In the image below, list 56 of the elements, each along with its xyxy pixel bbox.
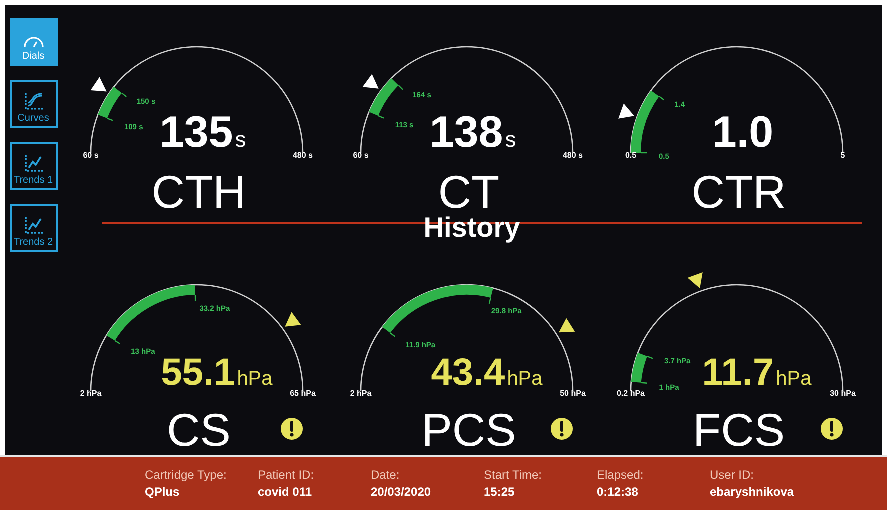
min-label: 0.5 xyxy=(625,151,637,160)
max-label: 480 s xyxy=(562,151,584,160)
min-label: 2 hPa xyxy=(80,389,102,398)
warning-icon xyxy=(821,418,843,440)
dial-name: FCS xyxy=(693,404,785,455)
reading: 135s xyxy=(160,108,246,157)
nav-button[interactable]: Trends 1 xyxy=(10,142,58,190)
range-band xyxy=(369,78,404,119)
warning-icon xyxy=(281,418,303,440)
dial-name: CT xyxy=(438,166,500,217)
max-label: 5 xyxy=(840,151,846,160)
curve-chart-icon xyxy=(22,91,44,111)
reading: 43.4hPa xyxy=(431,352,543,394)
nav-button[interactable]: Trends 2 xyxy=(10,204,58,252)
gauge-icon xyxy=(22,35,44,49)
dial-name: CTR xyxy=(692,166,786,217)
max-label: 480 s xyxy=(292,151,314,160)
reading: 55.1hPa xyxy=(161,352,273,394)
field-value: covid 011 xyxy=(258,484,314,500)
field-label: Elapsed: xyxy=(597,468,645,482)
field-label: Cartridge Type: xyxy=(145,468,228,482)
field-value: QPlus xyxy=(145,484,181,500)
line-chart-icon xyxy=(22,153,44,173)
pointer-icon xyxy=(362,74,379,89)
field-value: 15:25 xyxy=(484,484,516,500)
reading: 11.7 hPa xyxy=(702,352,812,394)
min-label: 60 s xyxy=(83,151,99,160)
reading: 138s xyxy=(430,108,516,157)
max-label: 30 hPa xyxy=(830,389,856,398)
range-band xyxy=(631,353,654,384)
max-label: 65 hPa xyxy=(290,389,316,398)
range-band xyxy=(98,87,127,122)
dial-name: CTH xyxy=(152,166,246,217)
pointer-icon xyxy=(559,318,576,333)
range-band xyxy=(631,90,665,154)
field-label: Date: xyxy=(371,468,401,482)
dial-name: PCS xyxy=(422,404,516,455)
field-label: User ID: xyxy=(710,468,756,482)
min-label: 0.2 hPa xyxy=(617,389,645,398)
field-value: 0:12:38 xyxy=(597,484,640,500)
pointer-icon xyxy=(90,77,107,92)
line-chart-icon xyxy=(22,215,44,235)
pointer-icon xyxy=(688,272,703,288)
field-value: ebaryshnikova xyxy=(710,484,796,500)
pointer-icon xyxy=(285,312,302,327)
nav-button[interactable]: Curves xyxy=(10,80,58,128)
min-label: 2 hPa xyxy=(350,389,372,398)
field-label: Start Time: xyxy=(484,468,544,482)
max-label: 50 hPa xyxy=(560,389,586,398)
dial-name: CS xyxy=(167,404,231,455)
warning-icon xyxy=(551,418,573,440)
min-label: 60 s xyxy=(353,151,369,160)
field-value: 20/03/2020 xyxy=(371,484,432,500)
field-label: Patient ID: xyxy=(258,468,316,482)
reading: 1.0 xyxy=(712,108,774,157)
pointer-icon xyxy=(618,104,634,119)
